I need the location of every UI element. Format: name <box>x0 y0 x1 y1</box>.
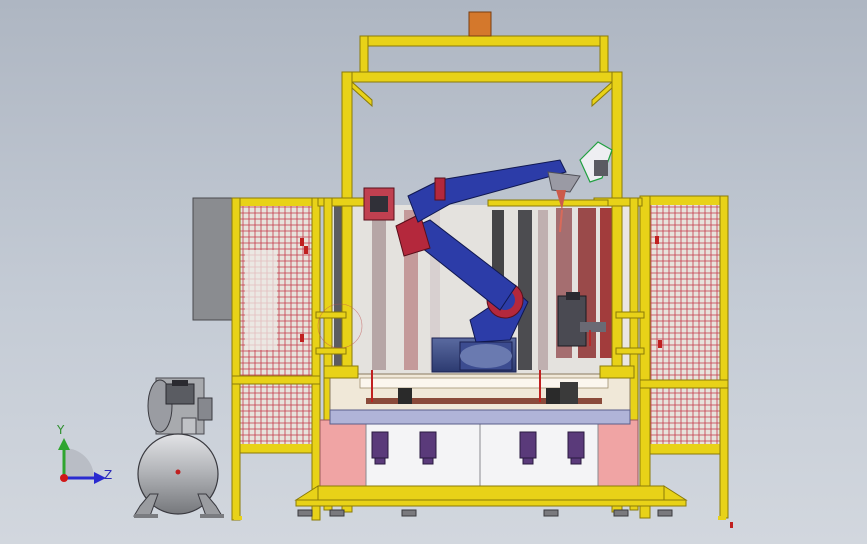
coordinate-triad: Y Z <box>44 420 124 495</box>
coordinate-triad-icon <box>58 438 106 484</box>
welding-cell-model <box>133 11 733 528</box>
leveling-feet <box>297 509 673 517</box>
air-compressor <box>133 377 224 518</box>
z-axis-label: Z <box>104 468 113 482</box>
y-axis-label: Y <box>57 423 65 437</box>
welding-fixture-table <box>323 365 635 425</box>
right-safety-fence <box>639 195 729 519</box>
cad-viewport[interactable]: Y Z <box>0 0 867 544</box>
ground-base <box>294 485 688 507</box>
base-panels <box>319 419 639 487</box>
hoist-motor <box>468 11 492 37</box>
